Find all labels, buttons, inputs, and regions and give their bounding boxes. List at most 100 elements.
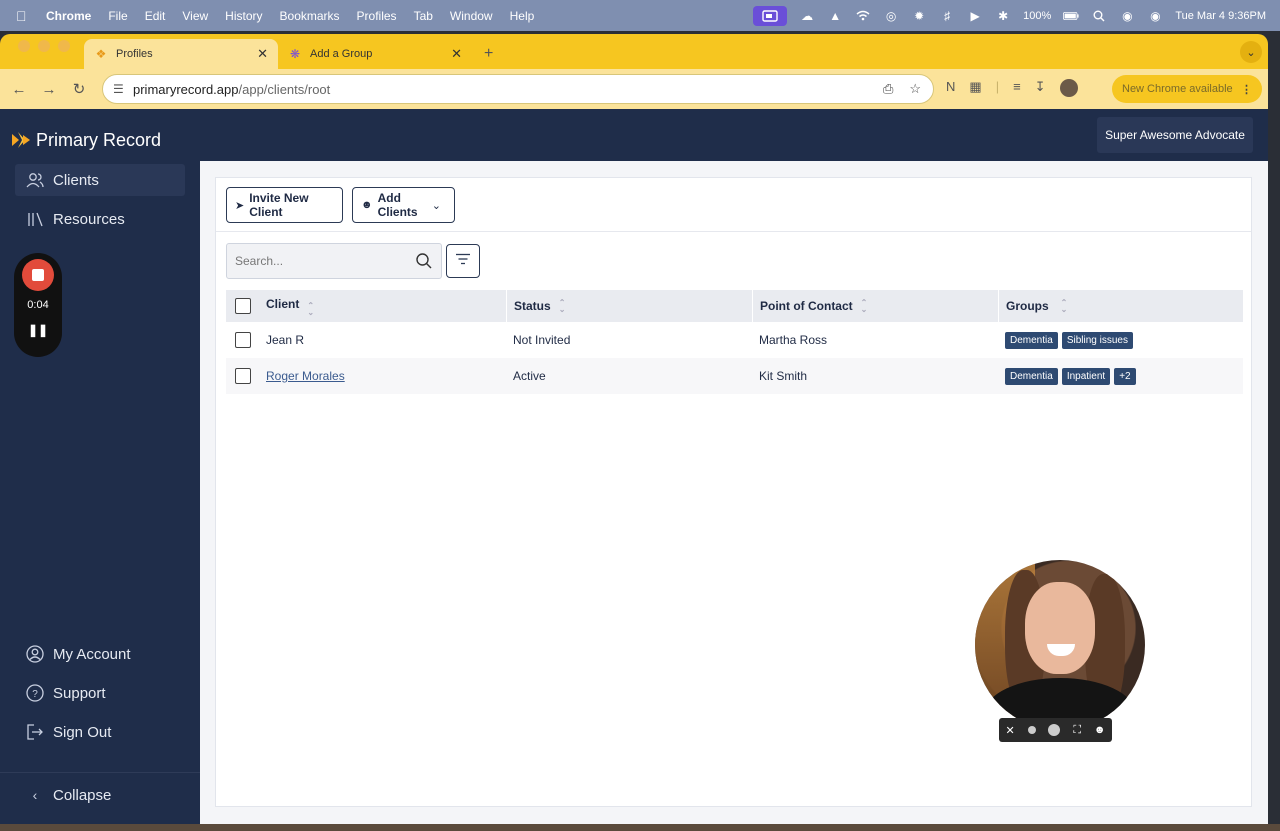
column-header-status[interactable]: Status ⌃ ⌄ bbox=[506, 290, 752, 322]
menu-window[interactable]: Window bbox=[450, 9, 493, 23]
group-tag[interactable]: Inpatient bbox=[1061, 367, 1111, 385]
reload-icon[interactable]: ↻ bbox=[64, 80, 94, 98]
menu-file[interactable]: File bbox=[108, 9, 127, 23]
sort-icon[interactable]: ⌃ ⌄ bbox=[307, 301, 314, 316]
large-size-icon[interactable] bbox=[1048, 724, 1061, 736]
airplay-icon[interactable]: ♯ bbox=[939, 8, 955, 24]
app-favicon-icon: ❋ bbox=[289, 47, 301, 61]
menu-history[interactable]: History bbox=[225, 9, 262, 23]
wifi-icon[interactable] bbox=[855, 8, 871, 24]
stop-recording-button[interactable] bbox=[22, 259, 54, 291]
sidebar-item-my-account[interactable]: My Account bbox=[15, 638, 185, 670]
sort-icon[interactable]: ⌃ ⌄ bbox=[861, 299, 868, 314]
column-header-groups[interactable]: Groups ⌃ ⌄ bbox=[998, 290, 1243, 322]
more-options-icon[interactable]: ⋮ bbox=[1241, 83, 1252, 96]
control-center-icon[interactable]: ◉ bbox=[1119, 8, 1135, 24]
maximize-window-icon[interactable] bbox=[58, 39, 70, 52]
help-circle-icon: ? bbox=[25, 684, 45, 702]
close-window-icon[interactable] bbox=[18, 39, 30, 52]
siri-icon[interactable]: ◉ bbox=[1147, 8, 1163, 24]
menu-edit[interactable]: Edit bbox=[145, 9, 166, 23]
notion-extension-icon[interactable]: N bbox=[946, 79, 955, 97]
group-tag[interactable]: Sibling issues bbox=[1061, 331, 1133, 349]
install-app-icon[interactable]: ⎙ bbox=[883, 81, 893, 97]
menu-view[interactable]: View bbox=[182, 9, 208, 23]
select-all-checkbox[interactable] bbox=[235, 298, 251, 314]
new-tab-icon[interactable]: + bbox=[484, 45, 493, 63]
group-tag[interactable]: Dementia bbox=[1005, 367, 1058, 385]
primary-record-favicon-icon: ❖ bbox=[95, 47, 107, 61]
tab-search-chevron-icon[interactable]: ⌄ bbox=[1240, 41, 1262, 63]
chevron-left-icon: ‹ bbox=[32, 787, 38, 803]
new-chrome-available-button[interactable]: New Chrome available ⋮ bbox=[1112, 75, 1262, 103]
tab-close-icon[interactable]: ✕ bbox=[257, 46, 268, 62]
tab-profiles[interactable]: ❖ Profiles ✕ bbox=[84, 39, 278, 69]
brightness-icon[interactable]: ✹ bbox=[911, 8, 927, 24]
chevron-down-icon: ⌄ bbox=[431, 199, 441, 212]
extensions-puzzle-icon[interactable]: ▦ bbox=[969, 79, 981, 97]
menu-app-chrome[interactable]: Chrome bbox=[46, 9, 91, 23]
row-checkbox[interactable] bbox=[235, 368, 251, 384]
bluetooth-icon[interactable]: ✱ bbox=[995, 8, 1011, 24]
close-icon[interactable]: ✕ bbox=[1005, 724, 1014, 737]
fullscreen-icon[interactable]: ⛶ bbox=[1073, 724, 1081, 737]
sidebar-item-sign-out[interactable]: Sign Out bbox=[15, 716, 185, 748]
person-icon[interactable]: ☻ bbox=[1094, 724, 1106, 736]
minimize-window-icon[interactable] bbox=[38, 39, 50, 52]
apple-icon[interactable]:  bbox=[16, 8, 32, 24]
add-clients-dropdown[interactable]: ☻ Add Clients ⌄ bbox=[352, 187, 455, 223]
pause-icon[interactable]: ❚❚ bbox=[14, 323, 62, 337]
sidebar-item-clients[interactable]: Clients bbox=[15, 164, 185, 196]
menubar-datetime[interactable]: Tue Mar 4 9:36PM bbox=[1175, 10, 1266, 22]
sidebar-item-support[interactable]: ? Support bbox=[15, 677, 185, 709]
sidebar-item-label: Support bbox=[53, 684, 106, 702]
desktop-background bbox=[0, 824, 1280, 831]
table-row[interactable]: Roger Morales Active Kit Smith Dementia … bbox=[226, 358, 1243, 394]
battery-icon[interactable] bbox=[1063, 8, 1079, 24]
invite-new-client-button[interactable]: ➤ Invite New Client bbox=[226, 187, 343, 223]
row-checkbox[interactable] bbox=[235, 332, 251, 348]
column-header-client[interactable]: Client ⌃ ⌄ bbox=[260, 297, 506, 317]
recording-time: 0:04 bbox=[27, 299, 49, 311]
screen-record-icon[interactable] bbox=[753, 5, 788, 26]
point-of-contact: Martha Ross bbox=[759, 333, 828, 347]
sort-icon[interactable]: ⌃ ⌄ bbox=[559, 299, 566, 314]
address-bar[interactable]: ☰ primaryrecord.app/app/clients/root ⎙ ☆ bbox=[102, 74, 934, 104]
spotlight-search-icon[interactable] bbox=[1091, 8, 1107, 24]
webcam-bubble[interactable] bbox=[975, 560, 1145, 730]
play-circle-icon[interactable]: ▶ bbox=[967, 8, 983, 24]
webcam-person bbox=[1025, 582, 1095, 674]
tab-close-icon[interactable]: ✕ bbox=[451, 46, 462, 62]
site-info-icon[interactable]: ☰ bbox=[113, 82, 124, 96]
menu-bookmarks[interactable]: Bookmarks bbox=[280, 9, 340, 23]
brand-logo[interactable]: Primary Record bbox=[10, 129, 161, 151]
small-size-icon[interactable] bbox=[1027, 726, 1036, 734]
table-row[interactable]: Jean R Not Invited Martha Ross Dementia … bbox=[226, 322, 1243, 358]
sort-icon[interactable]: ⌃ ⌄ bbox=[1061, 299, 1068, 314]
sidebar-item-resources[interactable]: Resources bbox=[15, 203, 185, 235]
reading-list-icon[interactable]: ≡ bbox=[1013, 79, 1021, 97]
browser-toolbar: ← → ↻ ☰ primaryrecord.app/app/clients/ro… bbox=[0, 69, 1268, 109]
menu-tab[interactable]: Tab bbox=[414, 9, 433, 23]
search-icon[interactable] bbox=[415, 252, 433, 273]
menu-help[interactable]: Help bbox=[510, 9, 535, 23]
filter-button[interactable] bbox=[446, 244, 480, 278]
column-header-point-of-contact[interactable]: Point of Contact ⌃ ⌄ bbox=[752, 290, 998, 322]
download-icon[interactable]: ↧ bbox=[1035, 79, 1046, 97]
menu-profiles[interactable]: Profiles bbox=[357, 9, 397, 23]
sidebar-collapse-button[interactable]: ‹ Collapse bbox=[15, 779, 185, 811]
tab-add-a-group[interactable]: ❋ Add a Group ✕ bbox=[278, 39, 472, 69]
drive-icon[interactable]: ▲ bbox=[827, 8, 843, 24]
profile-avatar[interactable] bbox=[1059, 79, 1078, 97]
forward-arrow-icon[interactable]: → bbox=[34, 81, 64, 98]
client-name-link[interactable]: Roger Morales bbox=[266, 369, 345, 383]
add-clients-label: Add Clients bbox=[377, 191, 418, 219]
more-groups-badge[interactable]: +2 bbox=[1114, 367, 1136, 385]
user-menu-button[interactable]: Super Awesome Advocate bbox=[1097, 117, 1253, 153]
group-tag[interactable]: Dementia bbox=[1005, 331, 1058, 349]
back-arrow-icon[interactable]: ← bbox=[4, 81, 34, 98]
cloud-icon[interactable]: ☁ bbox=[799, 8, 815, 24]
bookmark-star-icon[interactable]: ☆ bbox=[909, 81, 921, 97]
airdrop-icon[interactable]: ◎ bbox=[883, 8, 899, 24]
search-input[interactable] bbox=[235, 254, 405, 268]
